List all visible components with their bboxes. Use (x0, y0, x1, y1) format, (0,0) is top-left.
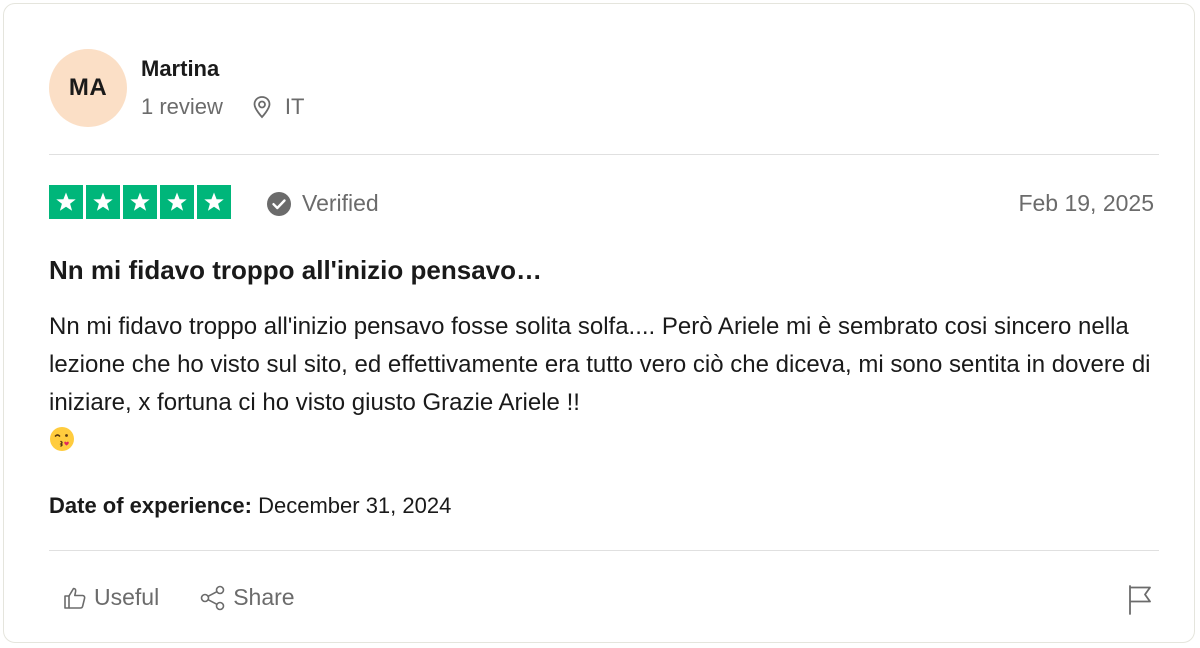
experience-label: Date of experience: (49, 493, 252, 518)
verified-label: Verified (302, 190, 379, 216)
experience-value: December 31, 2024 (258, 493, 452, 518)
header-divider (49, 154, 1159, 155)
review-title[interactable]: Nn mi fidavo troppo all'inizio pensavo… (49, 255, 542, 286)
star-icon (49, 185, 83, 219)
star-rating (49, 185, 231, 219)
thumbs-up-icon (64, 587, 86, 609)
review-count: 1 review (141, 94, 223, 119)
footer-divider (49, 550, 1159, 551)
avatar-initials: MA (68, 74, 108, 101)
star-icon (160, 185, 194, 219)
useful-label: Useful (94, 584, 160, 610)
star-icon (123, 185, 157, 219)
review-date: Feb 19, 2025 (1018, 190, 1154, 216)
share-icon (200, 585, 225, 610)
share-button[interactable]: Share (199, 584, 295, 611)
avatar[interactable]: MA (49, 49, 127, 127)
reviewer-country: IT (284, 94, 305, 119)
reviewer-meta: 1 review IT (141, 94, 304, 120)
reviewer-name[interactable]: Martina (141, 56, 219, 82)
review-actions: Useful Share (62, 584, 295, 611)
star-icon (86, 185, 120, 219)
flag-icon[interactable] (1126, 584, 1154, 616)
share-label: Share (233, 584, 295, 610)
review-card: MA Martina 1 review IT Verified Feb 19, … (3, 3, 1195, 643)
location-pin-icon (253, 96, 271, 119)
face-blowing-kiss-icon (50, 427, 74, 451)
review-body: Nn mi fidavo troppo all'inizio pensavo f… (49, 308, 1164, 460)
check-circle-icon (267, 191, 291, 216)
useful-button[interactable]: Useful (62, 584, 159, 611)
star-icon (197, 185, 231, 219)
experience-date: Date of experience: December 31, 2024 (49, 493, 451, 519)
verified-badge[interactable]: Verified (266, 190, 379, 217)
review-text: Nn mi fidavo troppo all'inizio pensavo f… (49, 313, 1151, 416)
